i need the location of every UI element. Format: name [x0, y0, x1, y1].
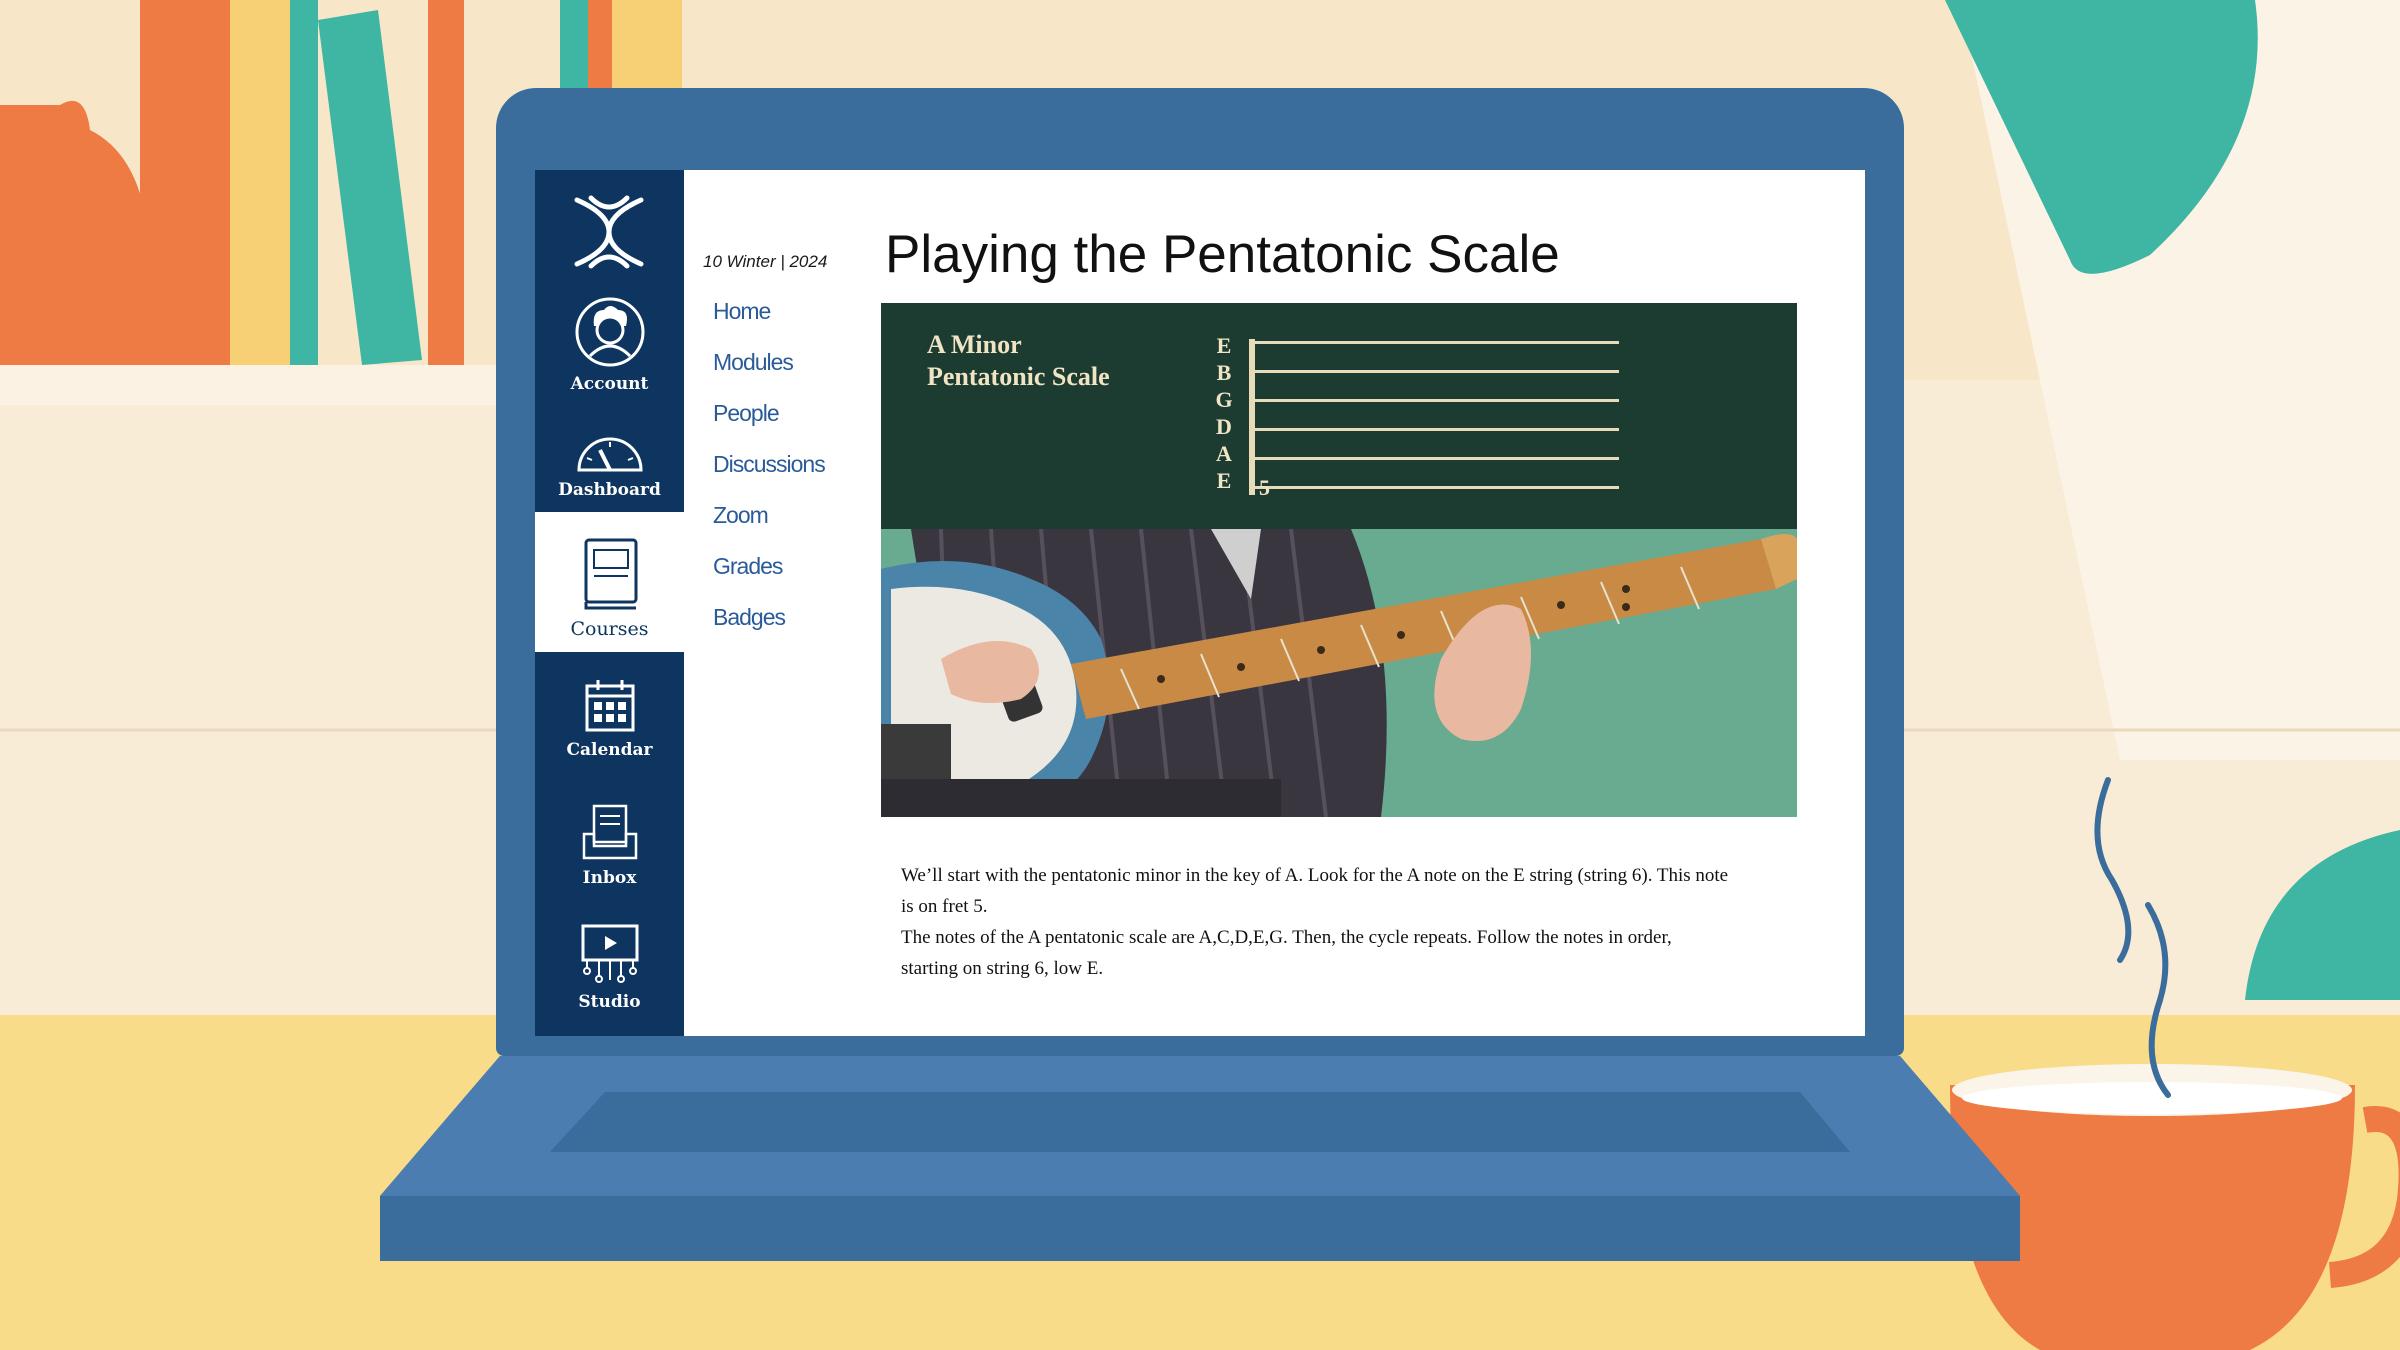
guitar-string-line	[1253, 428, 1619, 431]
string-label: G	[1215, 387, 1233, 412]
nav-calendar-label: Calendar	[566, 740, 653, 760]
nav-courses[interactable]: Courses	[535, 512, 684, 652]
calendar-icon	[585, 680, 634, 732]
string-label: E	[1216, 333, 1232, 358]
nav-studio-label: Studio	[578, 992, 641, 1012]
lesson-text: We’ll start with the pentatonic minor in…	[901, 860, 1731, 984]
nav-courses-label: Courses	[570, 618, 649, 640]
lesson-paragraph: We’ll start with the pentatonic minor in…	[901, 865, 1729, 917]
string-label: E	[1216, 468, 1232, 493]
course-nav-discussions[interactable]: Discussions	[713, 451, 826, 502]
lesson-paragraph: The notes of the A pentatonic scale are …	[901, 927, 1672, 979]
studio-video-icon	[581, 924, 638, 983]
guitar-player-photo	[881, 529, 1797, 817]
page-title: Playing the Pentatonic Scale	[885, 225, 1560, 284]
school-logo-icon	[574, 195, 644, 269]
fretboard-nut	[1249, 339, 1255, 495]
nav-dashboard-label: Dashboard	[558, 480, 661, 500]
laptop-screen: Account Dashboard Courses Calendar Inbox…	[535, 170, 1865, 1036]
course-nav: Home Modules People Discussions Zoom Gra…	[713, 298, 826, 655]
nav-studio[interactable]: Studio	[535, 904, 684, 1024]
scale-banner: A Minor Pentatonic Scale E B G D A E 5	[881, 303, 1797, 529]
course-nav-home[interactable]: Home	[713, 298, 825, 349]
nav-inbox[interactable]: Inbox	[535, 780, 684, 900]
guitar-string-line	[1253, 457, 1619, 460]
nav-inbox-label: Inbox	[582, 868, 637, 888]
guitar-string-line	[1253, 370, 1619, 373]
account-avatar-icon	[575, 297, 644, 367]
inbox-icon	[582, 804, 637, 860]
guitar-string-line	[1253, 486, 1619, 489]
course-nav-grades[interactable]: Grades	[713, 553, 825, 604]
nav-account-label: Account	[570, 374, 649, 394]
global-nav-rail: Account Dashboard Courses Calendar Inbox…	[535, 170, 684, 1036]
nav-dashboard[interactable]: Dashboard	[535, 392, 684, 512]
dashboard-gauge-icon	[576, 437, 643, 472]
course-nav-zoom[interactable]: Zoom	[713, 502, 825, 553]
banner-title: A Minor Pentatonic Scale	[927, 330, 1110, 391]
guitar-string-line	[1253, 341, 1619, 344]
laptop-keyboard-base	[380, 1056, 2020, 1261]
course-nav-modules[interactable]: Modules	[713, 349, 825, 400]
nav-calendar[interactable]: Calendar	[535, 652, 684, 772]
string-label: B	[1216, 360, 1232, 385]
guitar-string-line	[1253, 399, 1619, 402]
nav-account[interactable]: Account	[535, 286, 684, 406]
course-nav-badges[interactable]: Badges	[713, 604, 825, 655]
course-term-label: 10 Winter | 2024	[703, 252, 828, 271]
fret-number: 5	[1259, 475, 1270, 500]
courses-book-icon	[584, 538, 637, 610]
course-nav-people[interactable]: People	[713, 400, 825, 451]
string-label: D	[1216, 414, 1232, 439]
string-label: A	[1216, 441, 1232, 466]
